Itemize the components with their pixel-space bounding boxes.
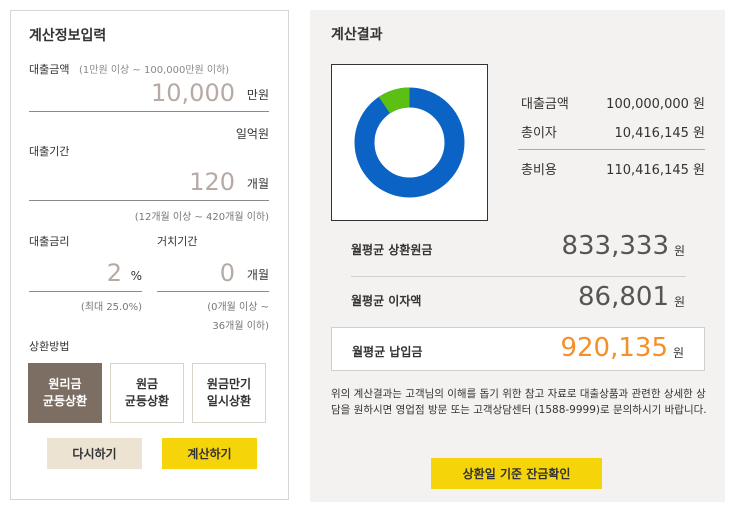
monthly-principal-value: 833,333 [561, 231, 669, 261]
interest-rate-value[interactable]: 2 [107, 259, 122, 287]
result-panel-title: 계산결과 [331, 27, 383, 43]
loan-amount-range-hint: (1만원 이상 ~ 100,000만원 이하) [78, 65, 230, 76]
monthly-interest-value: 86,801 [578, 282, 669, 312]
loan-period-value[interactable]: 120 [189, 168, 235, 196]
calculate-button[interactable]: 계산하기 [162, 438, 257, 469]
grace-period-value[interactable]: 0 [220, 259, 235, 287]
grace-period-hint-1: (0개월 이상 ~ [207, 302, 269, 313]
interest-rate-field[interactable]: 2 % [29, 258, 142, 292]
reset-button[interactable]: 다시하기 [47, 438, 142, 469]
input-panel: 계산정보입력 대출금액 (1만원 이상 ~ 100,000만원 이하) 10,0… [10, 10, 289, 500]
monthly-total-label: 월평균 납입금 [352, 345, 423, 359]
monthly-total-row: 월평균 납입금 920,135 원 [331, 327, 705, 371]
input-panel-title: 계산정보입력 [29, 28, 107, 44]
interest-rate-unit: % [130, 269, 142, 283]
loan-period-unit: 개월 [246, 177, 269, 191]
repayment-option-equal-installment[interactable]: 원리금 균등상환 [28, 363, 102, 423]
grace-period-label: 거치기간 [157, 235, 198, 248]
summary-divider [518, 149, 705, 150]
interest-rate-label: 대출금리 [29, 235, 70, 248]
disclaimer-note: 위의 계산결과는 고객님의 이해를 돕기 위한 참고 자료로 대출상품과 관련한… [331, 388, 707, 416]
monthly-interest-row: 월평균 이자액 86,801 원 [351, 282, 685, 312]
loan-period-range-hint: (12개월 이상 ~ 420개월 이하) [134, 212, 269, 223]
monthly-interest-label: 월평균 이자액 [351, 294, 422, 308]
loan-amount-reading: 일억원 [235, 127, 269, 141]
interest-rate-hint: (최대 25.0%) [80, 302, 142, 313]
donut-interest-slice [378, 87, 411, 114]
monthly-principal-row: 월평균 상환원금 833,333 원 [351, 231, 685, 261]
grace-period-field[interactable]: 0 개월 [157, 258, 269, 292]
grace-period-hint-2: 36개월 이하) [212, 321, 269, 332]
monthly-principal-label: 월평균 상환원금 [351, 243, 433, 257]
loan-amount-unit: 만원 [246, 88, 269, 102]
repayment-option-bullet[interactable]: 원금만기 일시상환 [192, 363, 266, 423]
loan-amount-field[interactable]: 10,000 만원 [29, 78, 269, 112]
monthly-total-value: 920,135 [560, 333, 668, 363]
repayment-option-equal-principal[interactable]: 원금 균등상환 [110, 363, 184, 423]
grace-period-unit: 개월 [246, 268, 269, 282]
loan-amount-label: 대출금액 (1만원 이상 ~ 100,000만원 이하) [29, 63, 230, 76]
loan-period-label: 대출기간 [29, 145, 70, 158]
result-panel: 계산결과 대출금액 100,000,000 원 총이자 10,416,145 원… [310, 10, 725, 502]
donut-principal-slice [354, 87, 465, 198]
balance-check-button[interactable]: 상환일 기준 잔금확인 [431, 458, 602, 489]
donut-svg [354, 87, 465, 198]
monthly-divider [351, 276, 686, 277]
loan-period-field[interactable]: 120 개월 [29, 167, 269, 201]
repayment-donut-chart [331, 64, 488, 221]
repayment-method-label: 상환방법 [29, 340, 70, 353]
loan-amount-value[interactable]: 10,000 [151, 79, 235, 107]
